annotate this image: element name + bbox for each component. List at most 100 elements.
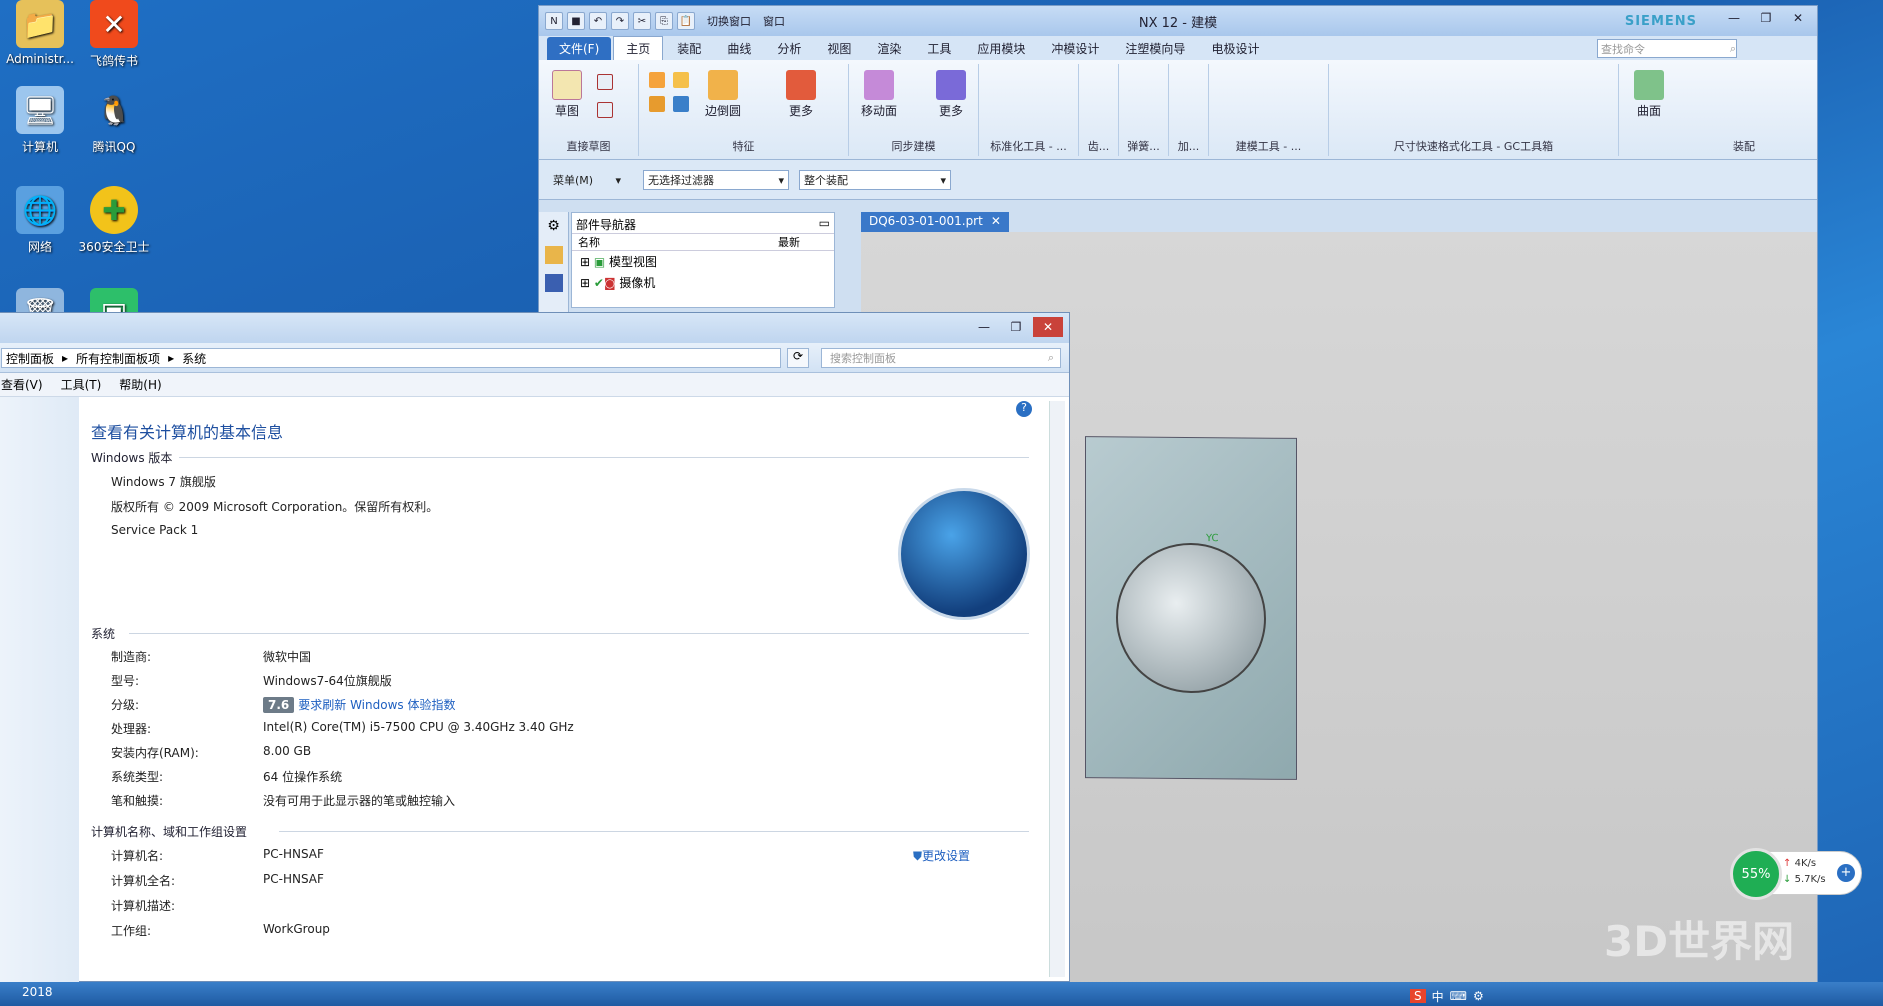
- help-icon[interactable]: ?: [1016, 401, 1032, 417]
- menu-tools[interactable]: 工具(T): [61, 376, 102, 393]
- row-value: 没有可用于此显示器的笔或触控输入: [263, 794, 456, 808]
- tab-view[interactable]: 视图: [815, 37, 863, 60]
- desktop-icon-admin[interactable]: 📁 Administr...: [0, 0, 80, 66]
- desktop-icon-computer[interactable]: 🖥 计算机: [0, 86, 80, 155]
- subtract-icon[interactable]: [673, 96, 689, 112]
- extrude-icon[interactable]: [649, 72, 665, 88]
- tree-item[interactable]: ⊞ ▣ 模型视图: [572, 251, 834, 272]
- minimize-button[interactable]: —: [1719, 8, 1749, 28]
- scrollbar[interactable]: [1049, 401, 1065, 977]
- minimize-button[interactable]: —: [969, 317, 999, 337]
- taskbar-year: 2018: [22, 985, 53, 999]
- document-tab[interactable]: DQ6-03-01-001.prt ✕: [861, 212, 1009, 232]
- breadcrumb-item[interactable]: 系统: [182, 350, 206, 367]
- maximize-button[interactable]: ❐: [1001, 317, 1031, 337]
- unite-icon[interactable]: [649, 96, 665, 112]
- settings-icon[interactable]: ⚙: [1473, 989, 1484, 1003]
- more-sync-button[interactable]: 更多: [929, 70, 973, 119]
- tab-mold-wizard[interactable]: 注塑模向导: [1113, 37, 1197, 60]
- desktop-icon-qq[interactable]: 🐧 腾讯QQ: [74, 86, 154, 155]
- edge-blend-label: 边倒圆: [704, 104, 741, 118]
- rating-badge: 7.6: [263, 697, 295, 713]
- part-dome: [1116, 542, 1266, 694]
- assembly-scope-select[interactable]: 整个装配 ▾: [799, 170, 951, 190]
- breadcrumb-item[interactable]: 所有控制面板项: [76, 350, 160, 367]
- part-navigator-icon[interactable]: [544, 274, 563, 292]
- desktop-icon-network[interactable]: 🌐 网络: [0, 186, 80, 255]
- nx-titlebar: N ■ ↶ ↷ ✂ ⎘ 📋 切换窗口 窗口 NX 12 - 建模 SIEMENS…: [539, 6, 1817, 36]
- menu-button[interactable]: 菜单(M) ▾: [549, 170, 625, 190]
- row-value: 64 位操作系统: [263, 770, 343, 784]
- spline-icon[interactable]: [597, 74, 613, 90]
- keyboard-icon[interactable]: ⌨: [1450, 989, 1467, 1003]
- assembly-navigator-icon[interactable]: [544, 246, 563, 264]
- tab-electrode-design[interactable]: 电极设计: [1199, 37, 1271, 60]
- edge-blend-button[interactable]: 边倒圆: [701, 70, 745, 119]
- row-value: 微软中国: [263, 650, 312, 664]
- gear-icon[interactable]: ⚙: [545, 218, 563, 236]
- row-label: 安装内存(RAM):: [111, 746, 199, 760]
- hole-icon[interactable]: [673, 72, 689, 88]
- document-tab-label: DQ6-03-01-001.prt: [869, 214, 983, 228]
- rating-row: 7.6 要求刷新 Windows 体验指数: [263, 696, 455, 713]
- refresh-icon[interactable]: ⟳: [787, 348, 809, 368]
- tab-analysis[interactable]: 分析: [765, 37, 813, 60]
- tab-tools[interactable]: 工具: [915, 37, 963, 60]
- arrow-up-icon: ↑: [1783, 858, 1792, 869]
- row-value: PC-HNSAF: [263, 847, 324, 861]
- menu-view[interactable]: 查看(V): [1, 376, 43, 393]
- memory-gauge[interactable]: 55%: [1730, 848, 1782, 900]
- search-input[interactable]: 搜索控制面板 ⌕: [821, 348, 1061, 368]
- move-face-button[interactable]: 移动面: [857, 70, 901, 119]
- refresh-index-link[interactable]: 要求刷新 Windows 体验指数: [298, 698, 455, 712]
- group-feature: 边倒圆 更多 特征: [639, 64, 849, 156]
- sogou-icon[interactable]: S: [1410, 989, 1426, 1003]
- tab-assembly[interactable]: 装配: [665, 37, 713, 60]
- close-icon[interactable]: ✕: [991, 214, 1001, 230]
- chevron-down-icon: ▾: [615, 173, 621, 187]
- surface-button[interactable]: 曲面: [1627, 70, 1671, 119]
- row-value: 8.00 GB: [263, 744, 312, 758]
- arrow-down-icon: ↓: [1783, 874, 1792, 885]
- ime-mode-icon[interactable]: 中: [1432, 988, 1444, 1005]
- chevron-down-icon: ▾: [940, 173, 946, 187]
- tab-home[interactable]: 主页: [613, 36, 664, 60]
- group-spring: 弹簧...: [1119, 64, 1169, 156]
- more-label: 更多: [788, 104, 813, 118]
- watermark: 3D世界网: [1604, 917, 1795, 966]
- row-label: 分级:: [111, 698, 140, 712]
- tree-item[interactable]: ⊞ ✔◙ 摄像机: [572, 272, 834, 293]
- selection-filter-select[interactable]: 无选择过滤器 ▾: [643, 170, 789, 190]
- sketch-button[interactable]: 草图: [545, 70, 589, 119]
- 3d-part-model[interactable]: YC: [1085, 436, 1297, 780]
- maximize-button[interactable]: ❐: [1751, 8, 1781, 28]
- more-feature-button[interactable]: 更多: [779, 70, 823, 119]
- breadcrumb-item[interactable]: 控制面板: [6, 350, 54, 367]
- column-name[interactable]: 名称: [578, 234, 778, 250]
- breadcrumb[interactable]: 控制面板 ▸ 所有控制面板项 ▸ 系统: [1, 348, 781, 368]
- more-icon: [786, 70, 816, 100]
- column-latest[interactable]: 最新: [778, 234, 800, 250]
- group-label: 加...: [1177, 140, 1200, 153]
- close-button[interactable]: ✕: [1033, 317, 1063, 337]
- row-label: 笔和触摸:: [111, 794, 164, 808]
- selection-toolbar: 菜单(M) ▾ 无选择过滤器 ▾ 整个装配 ▾: [539, 160, 1817, 200]
- tab-applications[interactable]: 应用模块: [965, 37, 1037, 60]
- tab-curve[interactable]: 曲线: [715, 37, 763, 60]
- group-gear: 齿...: [1079, 64, 1119, 156]
- change-settings-link[interactable]: ⛊更改设置: [913, 847, 970, 864]
- control-panel-window: — ❐ ✕ 控制面板 ▸ 所有控制面板项 ▸ 系统 ⟳ 搜索控制面板 ⌕ 查看(V) …: [0, 312, 1070, 983]
- command-search-input[interactable]: 查找命令 ⌕: [1597, 39, 1737, 58]
- tab-file[interactable]: 文件(F): [547, 37, 612, 60]
- menu-help[interactable]: 帮助(H): [119, 376, 161, 393]
- desktop-icon-360[interactable]: ✚ 360安全卫士: [74, 186, 154, 255]
- desktop-icon-feige[interactable]: ✕ 飞鸽传书: [74, 0, 154, 69]
- add-icon[interactable]: +: [1837, 864, 1855, 882]
- close-button[interactable]: ✕: [1783, 8, 1813, 28]
- sketch-icon: [552, 70, 582, 100]
- tab-die-design[interactable]: 冲模设计: [1039, 37, 1111, 60]
- rectangle-icon[interactable]: [597, 102, 613, 118]
- maximize-icon[interactable]: ▭: [819, 216, 830, 230]
- tab-render[interactable]: 渲染: [865, 37, 913, 60]
- cp-left-pane: [0, 397, 79, 983]
